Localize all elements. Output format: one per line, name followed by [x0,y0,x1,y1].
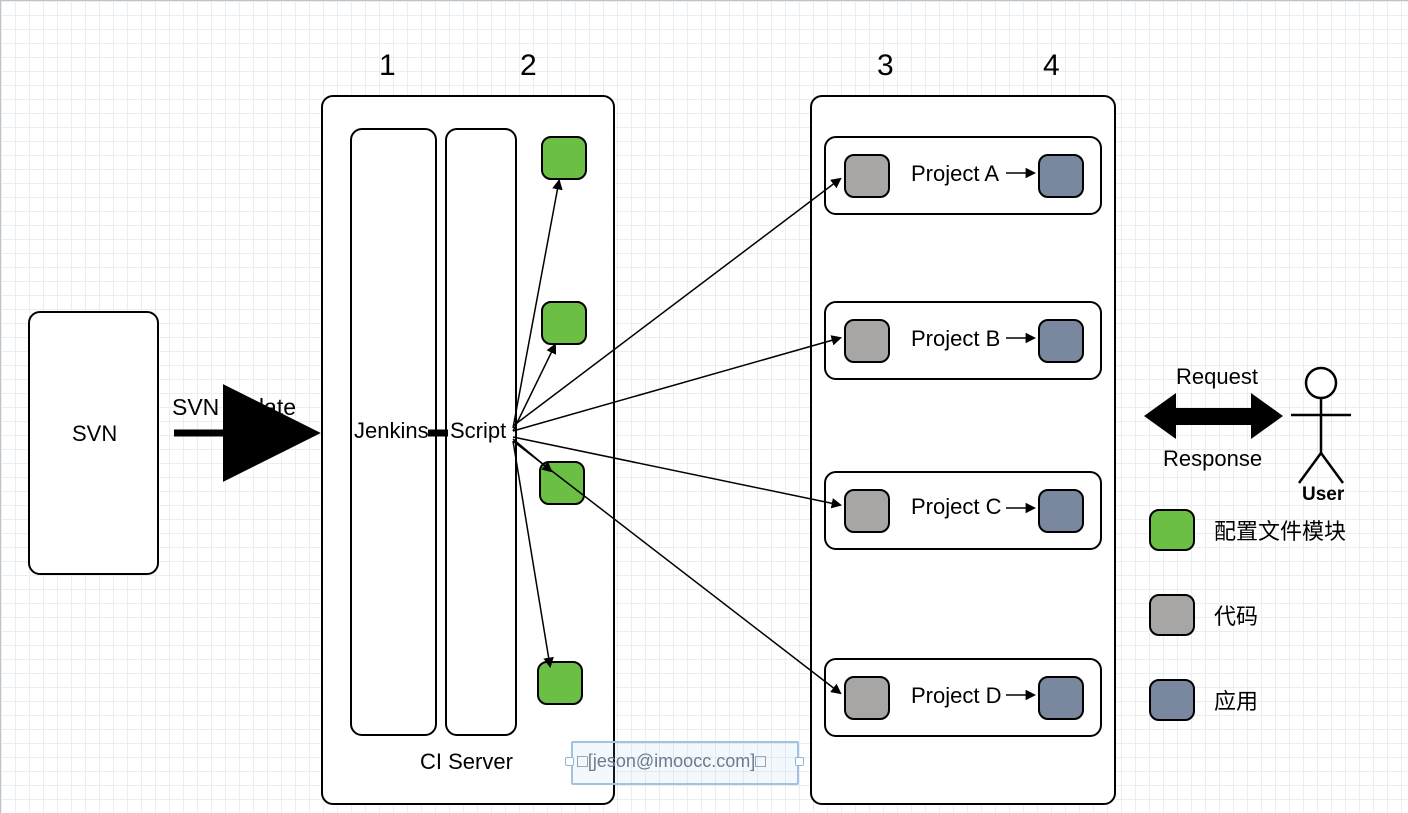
legend-config-chip [1149,509,1195,551]
legend-config-label: 配置文件模块 [1214,514,1346,546]
selection-handle-right [795,757,804,766]
request-response-arrow [1144,393,1283,439]
request-label: Request [1176,364,1258,390]
col-number-4: 4 [1043,49,1060,83]
svn-update-label: SVN update [172,394,296,421]
project-c-code-chip [844,489,890,533]
project-d-app-chip [1038,676,1084,720]
legend-app-chip [1149,679,1195,721]
project-d-label: Project D [911,683,1001,709]
response-label: Response [1163,446,1262,472]
col-number-1: 1 [379,49,396,83]
config-chip-4 [537,661,583,705]
legend-code-label: 代码 [1214,599,1258,631]
script-label: Script [450,418,506,444]
project-b-app-chip [1038,319,1084,363]
project-c-label: Project C [911,494,1001,520]
project-a-app-chip [1038,154,1084,198]
ci-server-caption: CI Server [420,749,513,775]
user-label: User [1302,484,1344,506]
project-c-app-chip [1038,489,1084,533]
selection-handle-left [565,757,574,766]
config-chip-2 [541,301,587,345]
email-watermark: □[jeson@imoocc.com]□ [577,751,766,772]
config-chip-3 [539,461,585,505]
config-chip-1 [541,136,587,180]
svn-label: SVN [72,421,117,447]
legend-app-label: 应用 [1214,684,1258,716]
project-b-code-chip [844,319,890,363]
project-a-label: Project A [911,161,999,187]
legend-code-chip [1149,594,1195,636]
project-b-label: Project B [911,326,1000,352]
col-number-2: 2 [520,49,537,83]
diagram-canvas: 1 2 3 4 SVN SVN update Jenkins Script CI… [0,0,1408,813]
col-number-3: 3 [877,49,894,83]
jenkins-label: Jenkins [354,418,429,444]
user-icon [1291,368,1351,483]
project-a-code-chip [844,154,890,198]
project-d-code-chip [844,676,890,720]
